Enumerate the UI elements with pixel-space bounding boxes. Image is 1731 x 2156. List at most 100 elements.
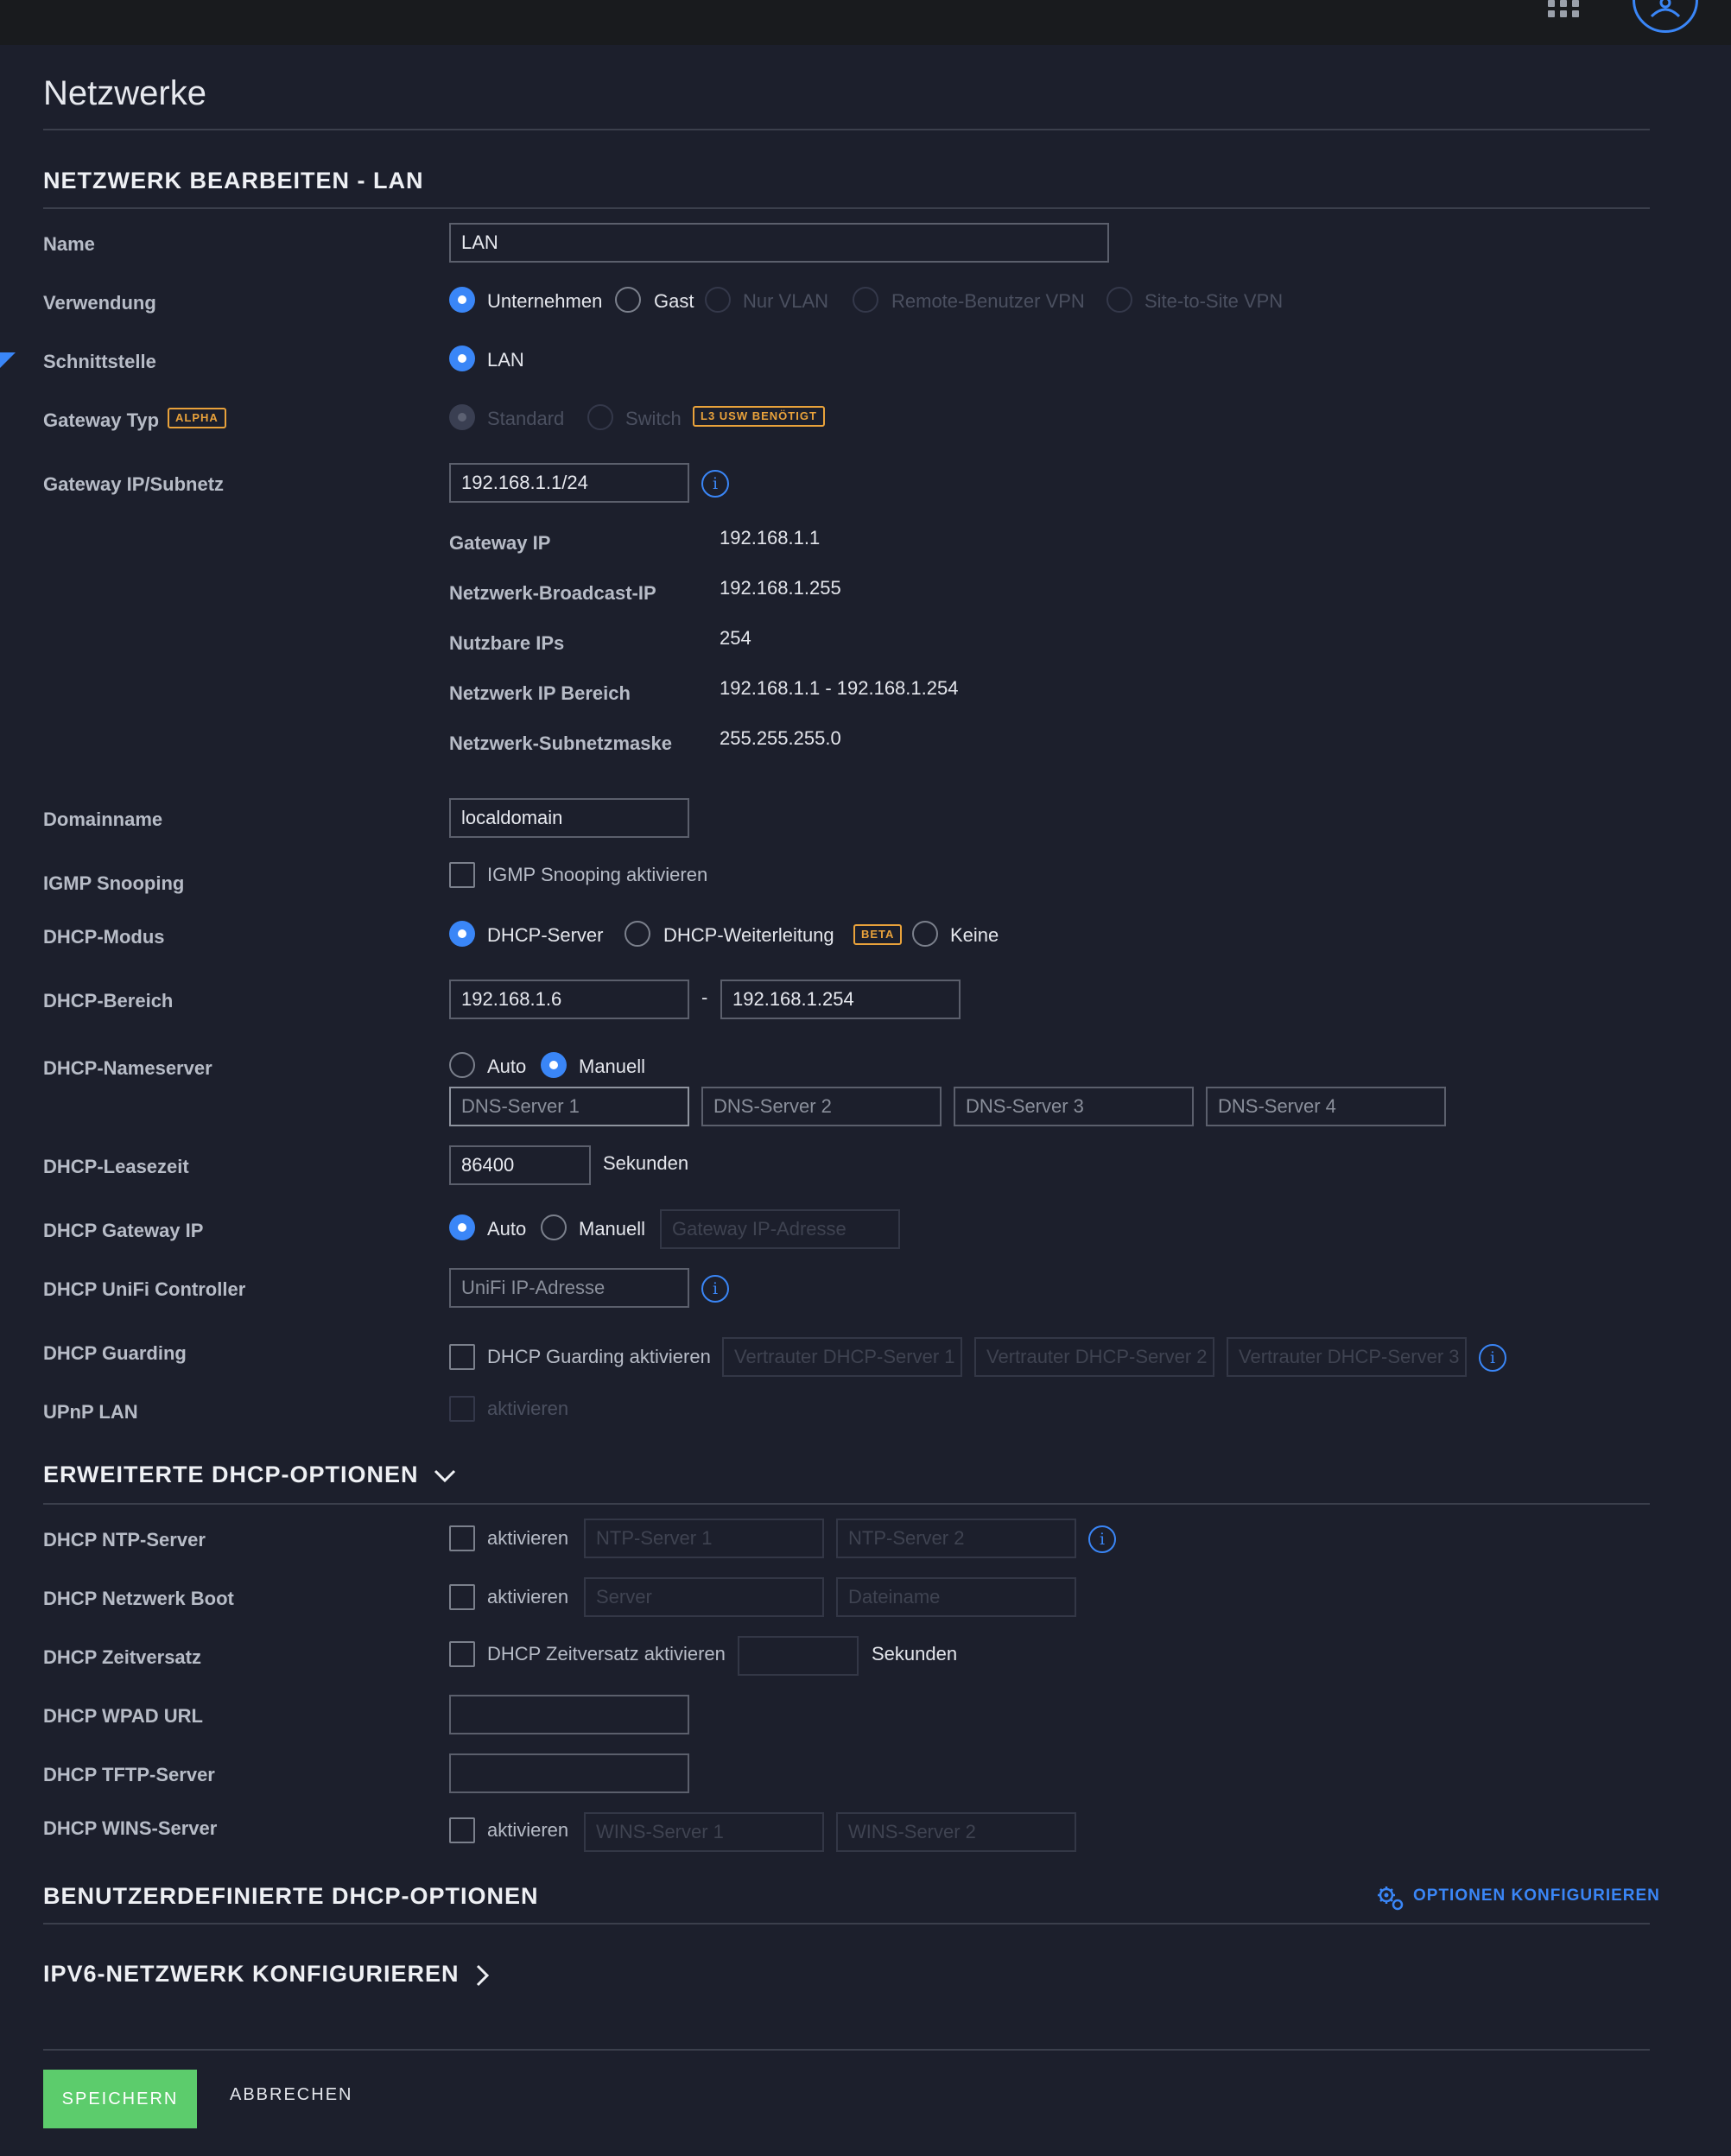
wins-checkbox[interactable] xyxy=(449,1817,475,1843)
ipv6-title: IPV6-NETZWERK KONFIGURIEREN xyxy=(43,1961,460,1987)
page-title: Netzwerke xyxy=(43,74,206,112)
name-label: Name xyxy=(43,233,95,255)
dhcp-mode-radio-none[interactable] xyxy=(912,921,938,947)
netboot-filename-input: Dateiname xyxy=(836,1577,1076,1617)
time-offset-label: DHCP Zeitversatz xyxy=(43,1646,201,1668)
dhcp-range-start-input[interactable]: 192.168.1.6 xyxy=(449,980,689,1019)
top-bar xyxy=(0,0,1731,45)
dhcp-guarding-checkbox[interactable] xyxy=(449,1344,475,1370)
section-title-edit: NETZWERK BEARBEITEN - LAN xyxy=(43,168,424,193)
dhcp-range-label: DHCP-Bereich xyxy=(43,990,174,1011)
advanced-dhcp-toggle[interactable]: ERWEITERTE DHCP-OPTIONEN xyxy=(43,1462,457,1488)
dns-server-2-input[interactable]: DNS-Server 2 xyxy=(701,1087,942,1126)
advanced-dhcp-title: ERWEITERTE DHCP-OPTIONEN xyxy=(43,1462,419,1487)
igmp-checkbox-label: IGMP Snooping aktivieren xyxy=(487,864,708,885)
dhcp-controller-label: DHCP UniFi Controller xyxy=(43,1278,246,1300)
purpose-radio-site-vpn xyxy=(1106,287,1132,313)
dhcp-lease-input[interactable]: 86400 xyxy=(449,1145,591,1185)
purpose-radio-gast[interactable] xyxy=(615,287,641,313)
dhcp-dns-option-label: Manuell xyxy=(579,1056,646,1077)
wpad-input[interactable] xyxy=(449,1695,689,1734)
app-grid-icon[interactable] xyxy=(1546,0,1584,19)
dhcp-gateway-radio-manual[interactable] xyxy=(541,1214,567,1240)
ntp-checkbox[interactable] xyxy=(449,1525,475,1551)
dhcp-mode-option-label: DHCP-Weiterleitung xyxy=(663,924,834,946)
dhcp-gateway-label: DHCP Gateway IP xyxy=(43,1220,204,1241)
beta-badge: BETA xyxy=(853,924,903,945)
interface-label: Schnittstelle xyxy=(43,351,156,372)
gateway-type-radio-switch xyxy=(587,404,613,430)
chevron-down-icon xyxy=(434,1469,456,1482)
dhcp-dns-label: DHCP-Nameserver xyxy=(43,1057,212,1079)
gears-icon[interactable] xyxy=(1375,1885,1406,1912)
igmp-checkbox[interactable] xyxy=(449,862,475,888)
chevron-right-icon xyxy=(476,1964,490,1986)
detail-value: 254 xyxy=(720,627,751,649)
time-offset-checkbox[interactable] xyxy=(449,1641,475,1667)
wins-label: DHCP WINS-Server xyxy=(43,1817,218,1839)
upnp-checkbox xyxy=(449,1396,475,1422)
save-button[interactable]: SPEICHERN xyxy=(43,2070,197,2128)
dhcp-guarding-label: DHCP Guarding xyxy=(43,1342,187,1364)
cancel-button[interactable]: ABBRECHEN xyxy=(230,2085,352,2105)
divider xyxy=(43,1503,1650,1505)
detail-value: 192.168.1.255 xyxy=(720,577,841,599)
interface-option-label: LAN xyxy=(487,349,524,371)
purpose-radio-unternehmen[interactable] xyxy=(449,287,475,313)
dhcp-gateway-option-label: Manuell xyxy=(579,1218,646,1240)
upnp-checkbox-label: aktivieren xyxy=(487,1398,569,1419)
dhcp-gateway-option-label: Auto xyxy=(487,1218,527,1240)
gateway-type-option-label: Standard xyxy=(487,408,565,429)
info-icon[interactable]: i xyxy=(701,1275,729,1303)
name-input[interactable]: LAN xyxy=(449,223,1109,263)
time-offset-checkbox-label: DHCP Zeitversatz aktivieren xyxy=(487,1643,726,1665)
dns-server-4-input[interactable]: DNS-Server 4 xyxy=(1206,1087,1446,1126)
ipv6-toggle[interactable]: IPV6-NETZWERK KONFIGURIEREN xyxy=(43,1961,491,1988)
dhcp-mode-radio-server[interactable] xyxy=(449,921,475,947)
dhcp-dns-radio-auto[interactable] xyxy=(449,1052,475,1078)
trusted-dhcp-server-1-input: Vertrauter DHCP-Server 1 xyxy=(722,1337,962,1377)
user-avatar-icon[interactable] xyxy=(1633,0,1698,33)
interface-radio-lan[interactable] xyxy=(449,346,475,371)
netboot-checkbox[interactable] xyxy=(449,1584,475,1610)
dhcp-range-end-input[interactable]: 192.168.1.254 xyxy=(720,980,961,1019)
detail-label: Netzwerk-Subnetzmaske xyxy=(449,732,672,754)
info-icon[interactable]: i xyxy=(1479,1344,1506,1372)
dhcp-gateway-radio-auto[interactable] xyxy=(449,1214,475,1240)
dhcp-mode-radio-relay[interactable] xyxy=(625,921,650,947)
gateway-type-label: Gateway Typ xyxy=(43,409,160,431)
custom-dhcp-title: BENUTZERDEFINIERTE DHCP-OPTIONEN xyxy=(43,1883,539,1909)
dhcp-lease-unit: Sekunden xyxy=(603,1152,689,1174)
alpha-badge: ALPHA xyxy=(168,408,226,428)
domain-input[interactable]: localdomain xyxy=(449,798,689,838)
purpose-option-label: Unternehmen xyxy=(487,290,603,312)
detail-label: Gateway IP xyxy=(449,532,551,554)
wpad-label: DHCP WPAD URL xyxy=(43,1705,203,1727)
dhcp-mode-label: DHCP-Modus xyxy=(43,926,165,948)
purpose-option-label: Nur VLAN xyxy=(743,290,829,312)
netboot-server-input: Server xyxy=(584,1577,824,1617)
dns-server-3-input[interactable]: DNS-Server 3 xyxy=(954,1087,1194,1126)
netboot-checkbox-label: aktivieren xyxy=(487,1586,569,1607)
purpose-option-label: Site-to-Site VPN xyxy=(1144,290,1284,312)
dns-server-1-input[interactable]: DNS-Server 1 xyxy=(449,1087,689,1126)
dhcp-guarding-checkbox-label: DHCP Guarding aktivieren xyxy=(487,1346,711,1367)
detail-label: Netzwerk IP Bereich xyxy=(449,682,631,704)
info-icon[interactable]: i xyxy=(701,470,729,498)
dhcp-controller-input[interactable]: UniFi IP-Adresse xyxy=(449,1268,689,1308)
wins-server-2-input: WINS-Server 2 xyxy=(836,1812,1076,1852)
dhcp-dns-radio-manual[interactable] xyxy=(541,1052,567,1078)
configure-options-link[interactable]: OPTIONEN KONFIGURIEREN xyxy=(1413,1886,1660,1906)
detail-label: Netzwerk-Broadcast-IP xyxy=(449,582,656,604)
gateway-subnet-input[interactable]: 192.168.1.1/24 xyxy=(449,463,689,503)
sidebar-marker xyxy=(0,352,16,368)
detail-value: 192.168.1.1 xyxy=(720,527,821,549)
detail-value: 192.168.1.1 - 192.168.1.254 xyxy=(720,677,959,699)
tftp-input[interactable] xyxy=(449,1753,689,1793)
divider xyxy=(43,2049,1650,2051)
detail-label: Nutzbare IPs xyxy=(449,632,565,654)
info-icon[interactable]: i xyxy=(1088,1525,1116,1553)
dhcp-gateway-input: Gateway IP-Adresse xyxy=(660,1209,900,1249)
purpose-radio-nur-vlan xyxy=(705,287,731,313)
detail-value: 255.255.255.0 xyxy=(720,727,841,749)
